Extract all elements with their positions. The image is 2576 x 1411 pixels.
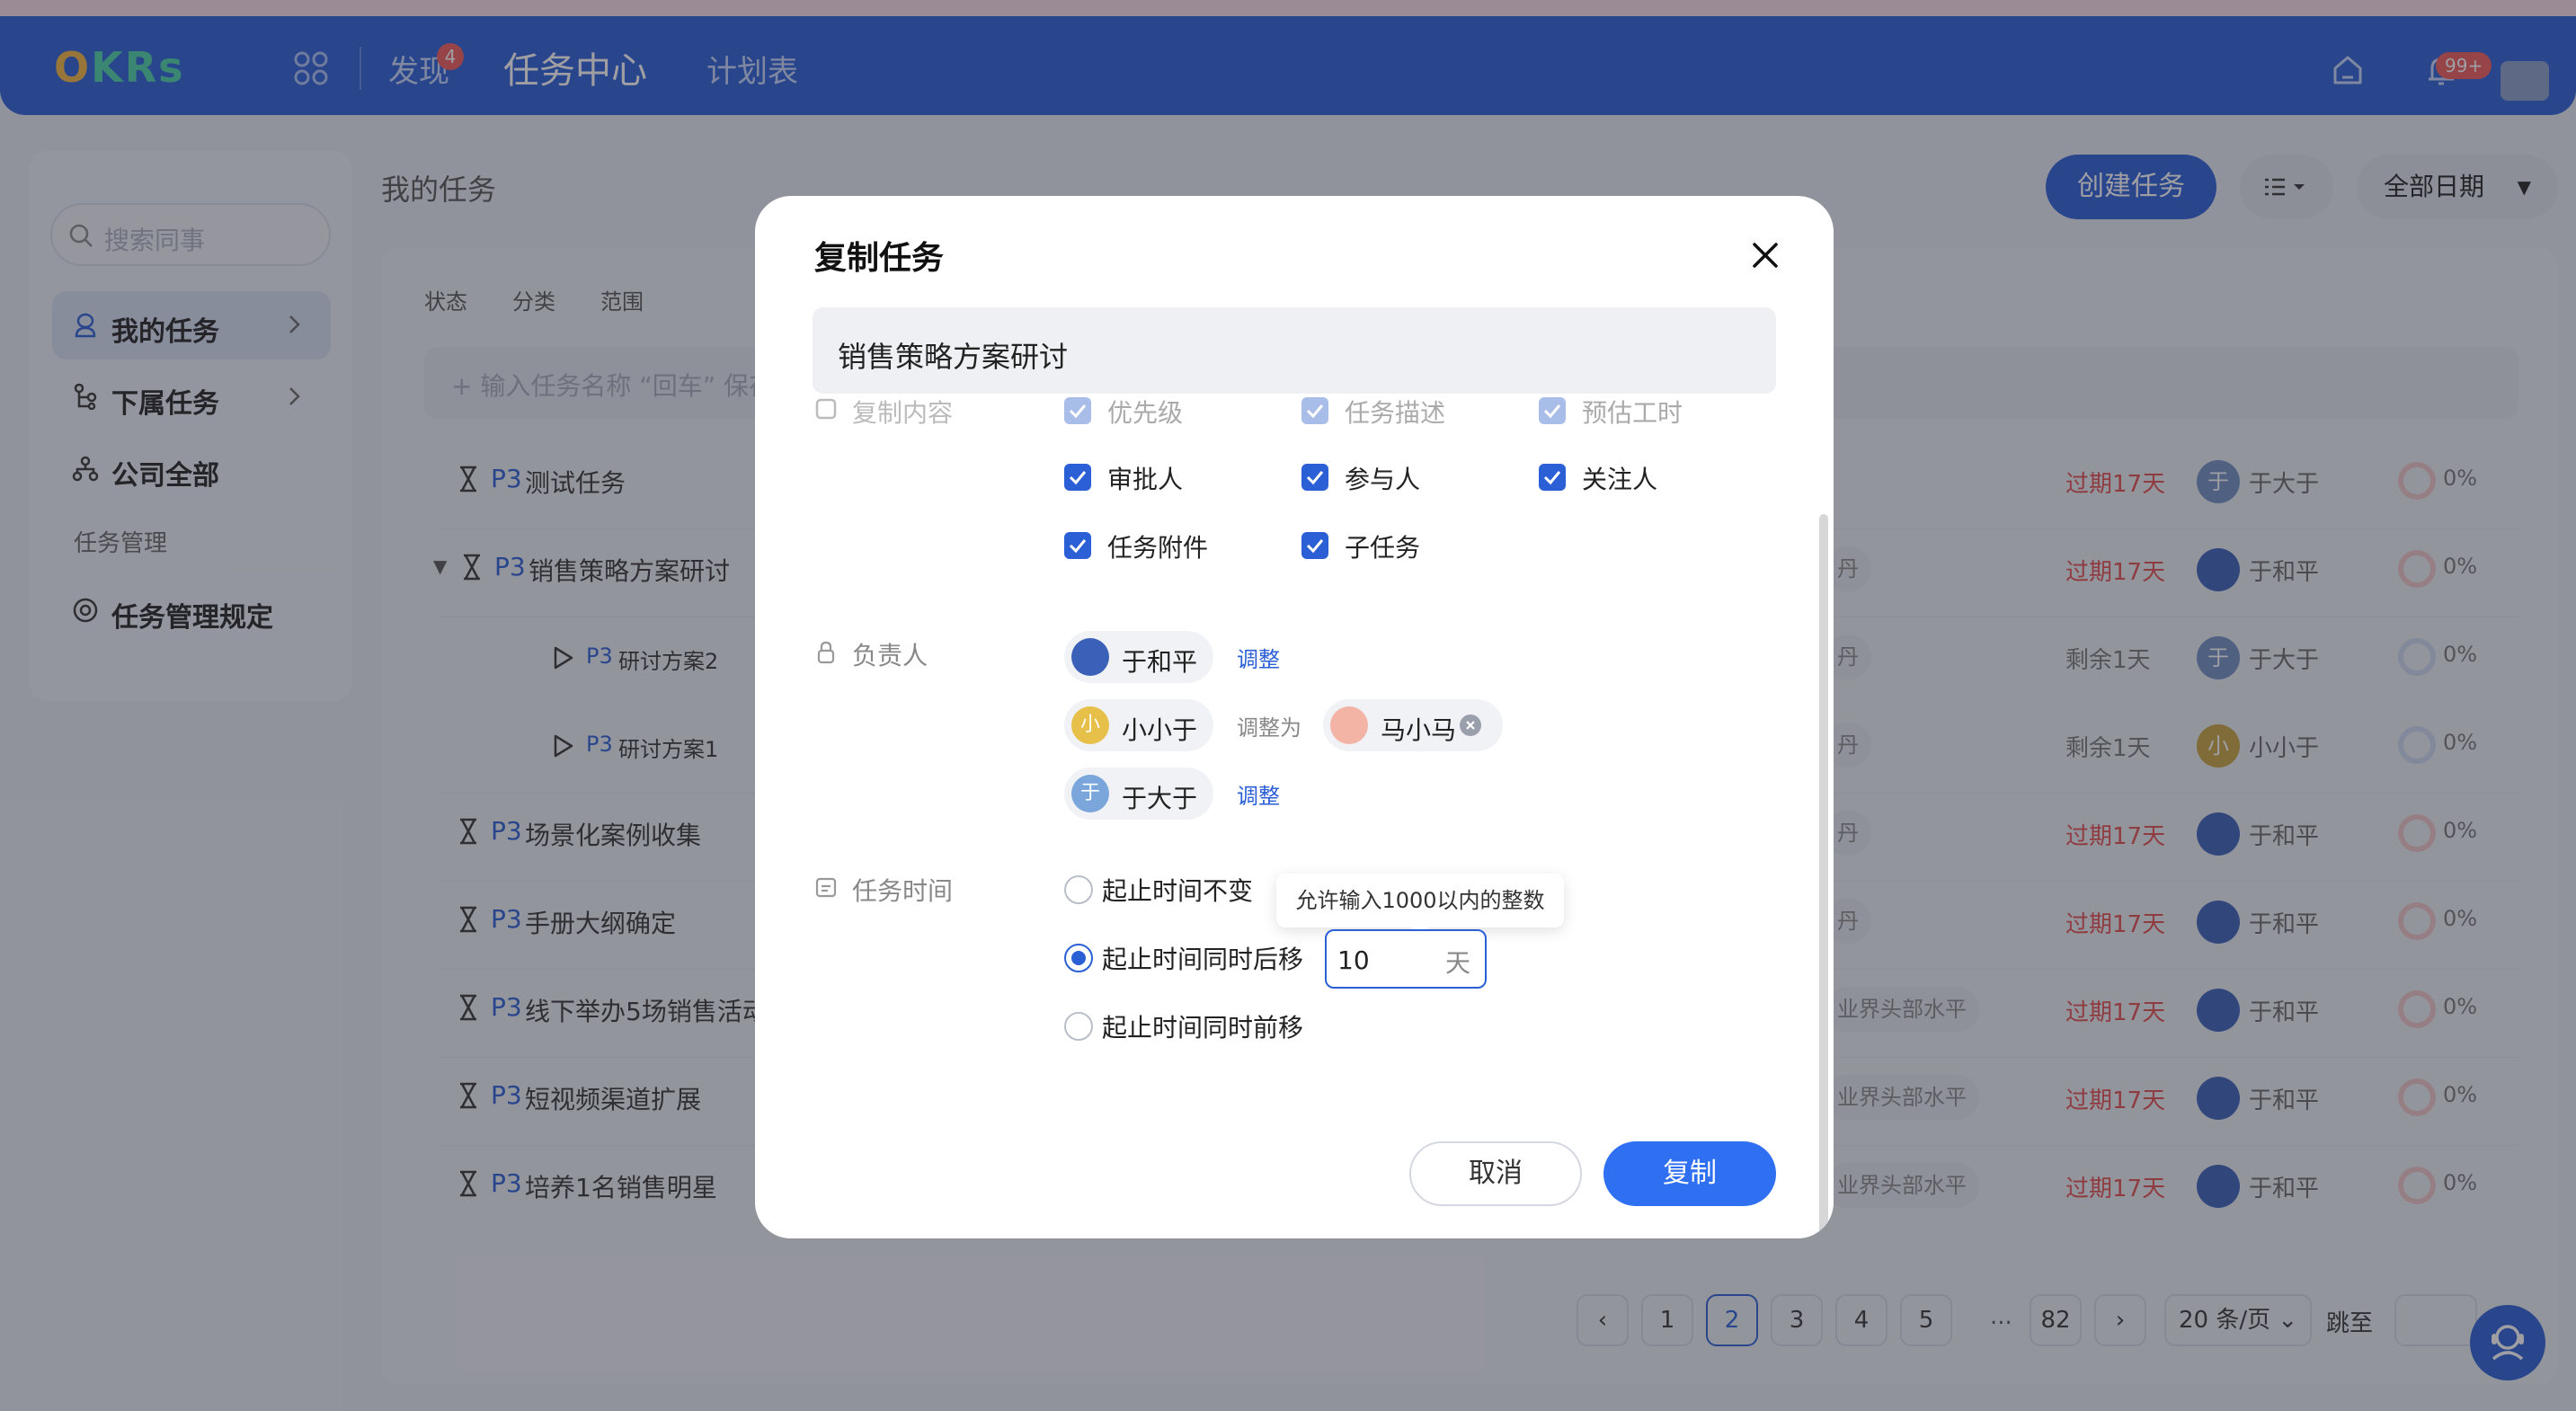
checkbox-follower[interactable] xyxy=(1539,464,1566,491)
checkbox-estimate[interactable] xyxy=(1539,397,1566,424)
task-name-display: 销售策略方案研讨 xyxy=(813,307,1776,394)
checkbox-label: 优先级 xyxy=(1107,398,1184,428)
days-unit: 天 xyxy=(1444,948,1470,978)
lock-icon xyxy=(817,641,835,664)
cancel-button[interactable]: 取消 xyxy=(1409,1141,1582,1206)
radio-time-shift-later[interactable] xyxy=(1064,944,1093,972)
task-time-label: 任务时间 xyxy=(815,872,953,908)
assignee-chip: 于 于大于 xyxy=(1064,768,1213,820)
dialog-title: 复制任务 xyxy=(814,240,945,277)
task-name-text: 销售策略方案研讨 xyxy=(838,340,1069,374)
checkbox-attachment[interactable] xyxy=(1064,532,1091,559)
input-tooltip: 允许输入1000以内的整数 xyxy=(1276,874,1564,936)
shift-days-field[interactable]: 天 xyxy=(1325,929,1487,989)
checkbox-label: 关注人 xyxy=(1582,465,1658,494)
avatar: 于 xyxy=(1071,775,1109,812)
target-assignee-chip: 马小马 xyxy=(1323,699,1503,751)
copy-task-dialog: 复制任务 销售策略方案研讨 复制内容 优先级 任务描述 预估工时 审批人 参与人… xyxy=(755,196,1834,1238)
assignee-chip: 于和平 xyxy=(1064,631,1213,683)
radio-label: 起止时间同时前移 xyxy=(1102,1013,1304,1043)
remove-icon[interactable] xyxy=(1460,714,1481,736)
checkbox-description[interactable] xyxy=(1301,397,1328,424)
dialog-scrollbar[interactable] xyxy=(1819,514,1828,1238)
copy-icon xyxy=(815,398,837,420)
radio-time-shift-earlier[interactable] xyxy=(1064,1012,1093,1041)
radio-label: 起止时间不变 xyxy=(1102,876,1254,906)
checkbox-label: 任务描述 xyxy=(1345,398,1446,428)
assignee-name: 于和平 xyxy=(1122,647,1198,677)
avatar xyxy=(1071,638,1109,676)
close-icon[interactable] xyxy=(1744,234,1787,277)
assignee-name: 小小于 xyxy=(1122,715,1198,745)
copy-button[interactable]: 复制 xyxy=(1603,1141,1776,1206)
adjust-to-label: 调整为 xyxy=(1237,715,1301,741)
adjust-link[interactable]: 调整 xyxy=(1237,642,1280,673)
assignee-chip: 小 小小于 xyxy=(1064,699,1213,751)
assignee-name: 于大于 xyxy=(1122,784,1198,813)
radio-label: 起止时间同时后移 xyxy=(1102,945,1304,974)
radio-time-unchanged[interactable] xyxy=(1064,875,1093,904)
assignee-label: 负责人 xyxy=(817,636,928,672)
checkbox-label: 参与人 xyxy=(1345,465,1421,494)
checkbox-label: 预估工时 xyxy=(1582,398,1683,428)
avatar xyxy=(1330,706,1368,744)
adjust-link[interactable]: 调整 xyxy=(1237,778,1280,810)
avatar: 小 xyxy=(1071,706,1109,744)
copy-content-label: 复制内容 xyxy=(815,394,953,430)
checkbox-subtask[interactable] xyxy=(1301,532,1328,559)
checkbox-approver[interactable] xyxy=(1064,464,1091,491)
calendar-icon xyxy=(815,877,837,898)
target-assignee-name: 马小马 xyxy=(1381,715,1457,745)
checkbox-priority[interactable] xyxy=(1064,397,1091,424)
checkbox-label: 子任务 xyxy=(1345,533,1421,563)
checkbox-participant[interactable] xyxy=(1301,464,1328,491)
shift-days-input[interactable] xyxy=(1337,940,1436,980)
checkbox-label: 审批人 xyxy=(1107,465,1184,494)
checkbox-label: 任务附件 xyxy=(1107,533,1209,563)
